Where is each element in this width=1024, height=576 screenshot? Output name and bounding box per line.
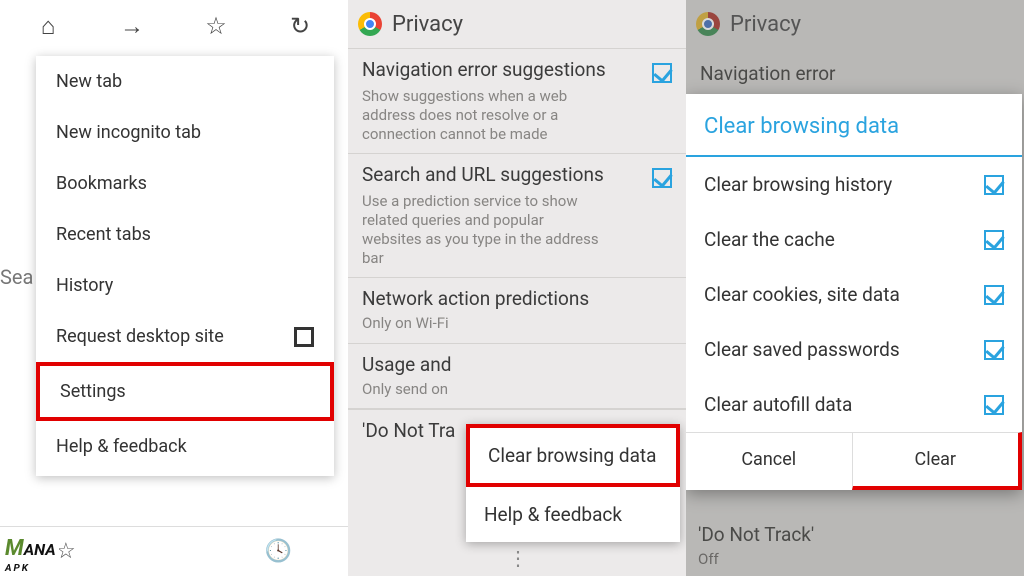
privacy-header-dimmed: Privacy (686, 0, 1024, 48)
dlg-clear-cache[interactable]: Clear the cache (686, 212, 1022, 267)
panel-chrome-menu: ⌂ → ☆ ↻ Sea New tab New incognito tab Bo… (0, 0, 348, 576)
dlg-clear-passwords[interactable]: Clear saved passwords (686, 322, 1022, 377)
forward-icon[interactable]: → (117, 12, 147, 41)
menu-new-incognito[interactable]: New incognito tab (36, 107, 334, 158)
reload-icon[interactable]: ↻ (285, 12, 315, 40)
chrome-icon (358, 12, 382, 36)
page-title: Privacy (392, 12, 463, 37)
checkbox-checked-icon[interactable] (984, 230, 1004, 250)
checkbox-checked-icon[interactable] (984, 175, 1004, 195)
more-dots-icon[interactable]: ⋮ (508, 546, 526, 570)
dialog-title: Clear browsing data (686, 94, 1022, 157)
dlg-clear-cookies[interactable]: Clear cookies, site data (686, 267, 1022, 322)
checkbox-checked-icon[interactable] (984, 395, 1004, 415)
chrome-icon (696, 12, 720, 36)
star-icon[interactable]: ☆ (201, 12, 231, 40)
bookmark-star-icon[interactable]: ☆ (56, 539, 76, 564)
page-title-dimmed: Privacy (730, 12, 801, 37)
menu-settings[interactable]: Settings (36, 362, 334, 421)
setting-search-url[interactable]: Search and URL suggestions Use a predict… (348, 153, 686, 277)
setting-usage[interactable]: Usage and Only send on (348, 343, 686, 410)
checkbox-checked-icon[interactable] (652, 168, 672, 188)
home-icon[interactable]: ⌂ (33, 12, 63, 41)
panel-privacy-settings: Privacy Navigation error suggestions Sho… (348, 0, 686, 576)
search-field-fragment: Sea (0, 265, 36, 289)
browser-toolbar: ⌂ → ☆ ↻ (0, 0, 348, 52)
menu-recent-tabs[interactable]: Recent tabs (36, 209, 334, 260)
menu-request-desktop[interactable]: Request desktop site (36, 311, 334, 362)
popup-help-feedback[interactable]: Help & feedback (466, 487, 680, 542)
panel-clear-data-dialog: Privacy Navigation error Clear browsing … (686, 0, 1024, 576)
checkbox-checked-icon[interactable] (652, 63, 672, 83)
menu-history[interactable]: History (36, 260, 334, 311)
history-clock-icon[interactable]: 🕓 (265, 539, 292, 564)
dialog-buttons: Cancel Clear (686, 432, 1022, 490)
context-popup: Clear browsing data Help & feedback (466, 424, 680, 542)
menu-bookmarks[interactable]: Bookmarks (36, 158, 334, 209)
checkbox-checked-icon[interactable] (984, 285, 1004, 305)
dlg-clear-history[interactable]: Clear browsing history (686, 157, 1022, 212)
dlg-clear-autofill[interactable]: Clear autofill data (686, 377, 1022, 432)
cancel-button[interactable]: Cancel (686, 432, 852, 490)
overflow-menu: New tab New incognito tab Bookmarks Rece… (36, 56, 334, 476)
clear-data-dialog: Clear browsing data Clear browsing histo… (686, 94, 1022, 490)
bg-dnt-fragment: 'Do Not Track' Off (698, 523, 814, 568)
menu-help-feedback[interactable]: Help & feedback (36, 421, 334, 472)
popup-clear-browsing-data[interactable]: Clear browsing data (466, 424, 680, 487)
checkbox-checked-icon[interactable] (984, 340, 1004, 360)
clear-button[interactable]: Clear (852, 432, 1023, 490)
menu-new-tab[interactable]: New tab (36, 56, 334, 107)
checkbox-unchecked-icon[interactable] (294, 327, 314, 347)
privacy-header: Privacy (348, 0, 686, 48)
setting-network-predictions[interactable]: Network action predictions Only on Wi-Fi (348, 277, 686, 343)
setting-nav-error[interactable]: Navigation error suggestions Show sugges… (348, 48, 686, 153)
bg-setting-fragment: Navigation error (686, 48, 1024, 85)
watermark-logo: MANA APK (2, 538, 59, 574)
